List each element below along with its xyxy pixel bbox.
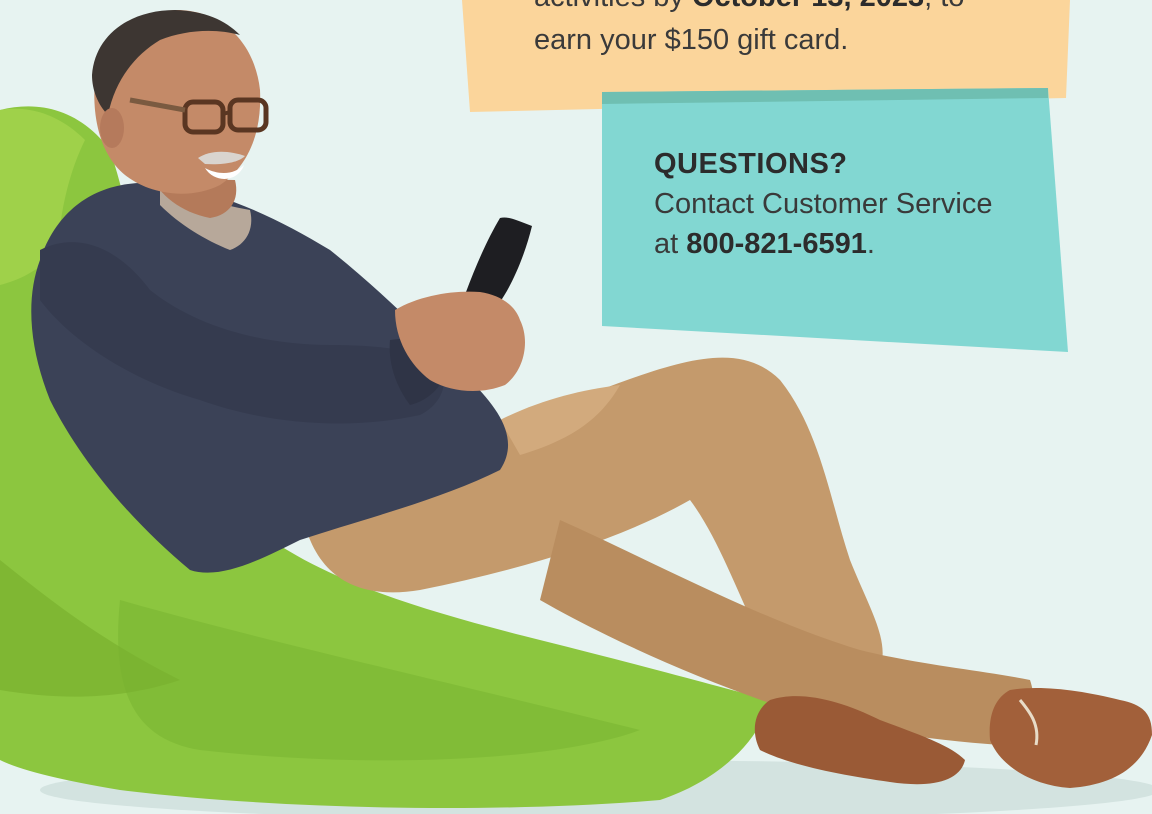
deadline-line-2: earn your $150 gift card. — [534, 24, 849, 56]
deadline-date: October 13, 2023 — [692, 0, 924, 13]
deadline-line-1: activities by October 13, 2023, to — [534, 0, 1034, 19]
contact-line-1: Contact Customer Service — [654, 188, 993, 220]
phone-number[interactable]: 800-821-6591 — [686, 228, 867, 260]
questions-callout: QUESTIONS? Contact Customer Service at 8… — [596, 88, 1072, 356]
questions-heading: QUESTIONS? — [654, 148, 848, 180]
contact-line2-prefix: at — [654, 228, 687, 260]
ear — [100, 108, 124, 148]
deadline-line1-prefix: activities by — [534, 0, 692, 13]
deadline-line1-suffix: , to — [924, 0, 964, 13]
deadline-callout-text: activities by October 13, 2023, to earn … — [534, 0, 1034, 62]
contact-line-2: at 800-821-6591. — [654, 224, 1054, 264]
questions-callout-text: QUESTIONS? Contact Customer Service at 8… — [654, 144, 1054, 264]
contact-line2-suffix: . — [866, 228, 875, 260]
